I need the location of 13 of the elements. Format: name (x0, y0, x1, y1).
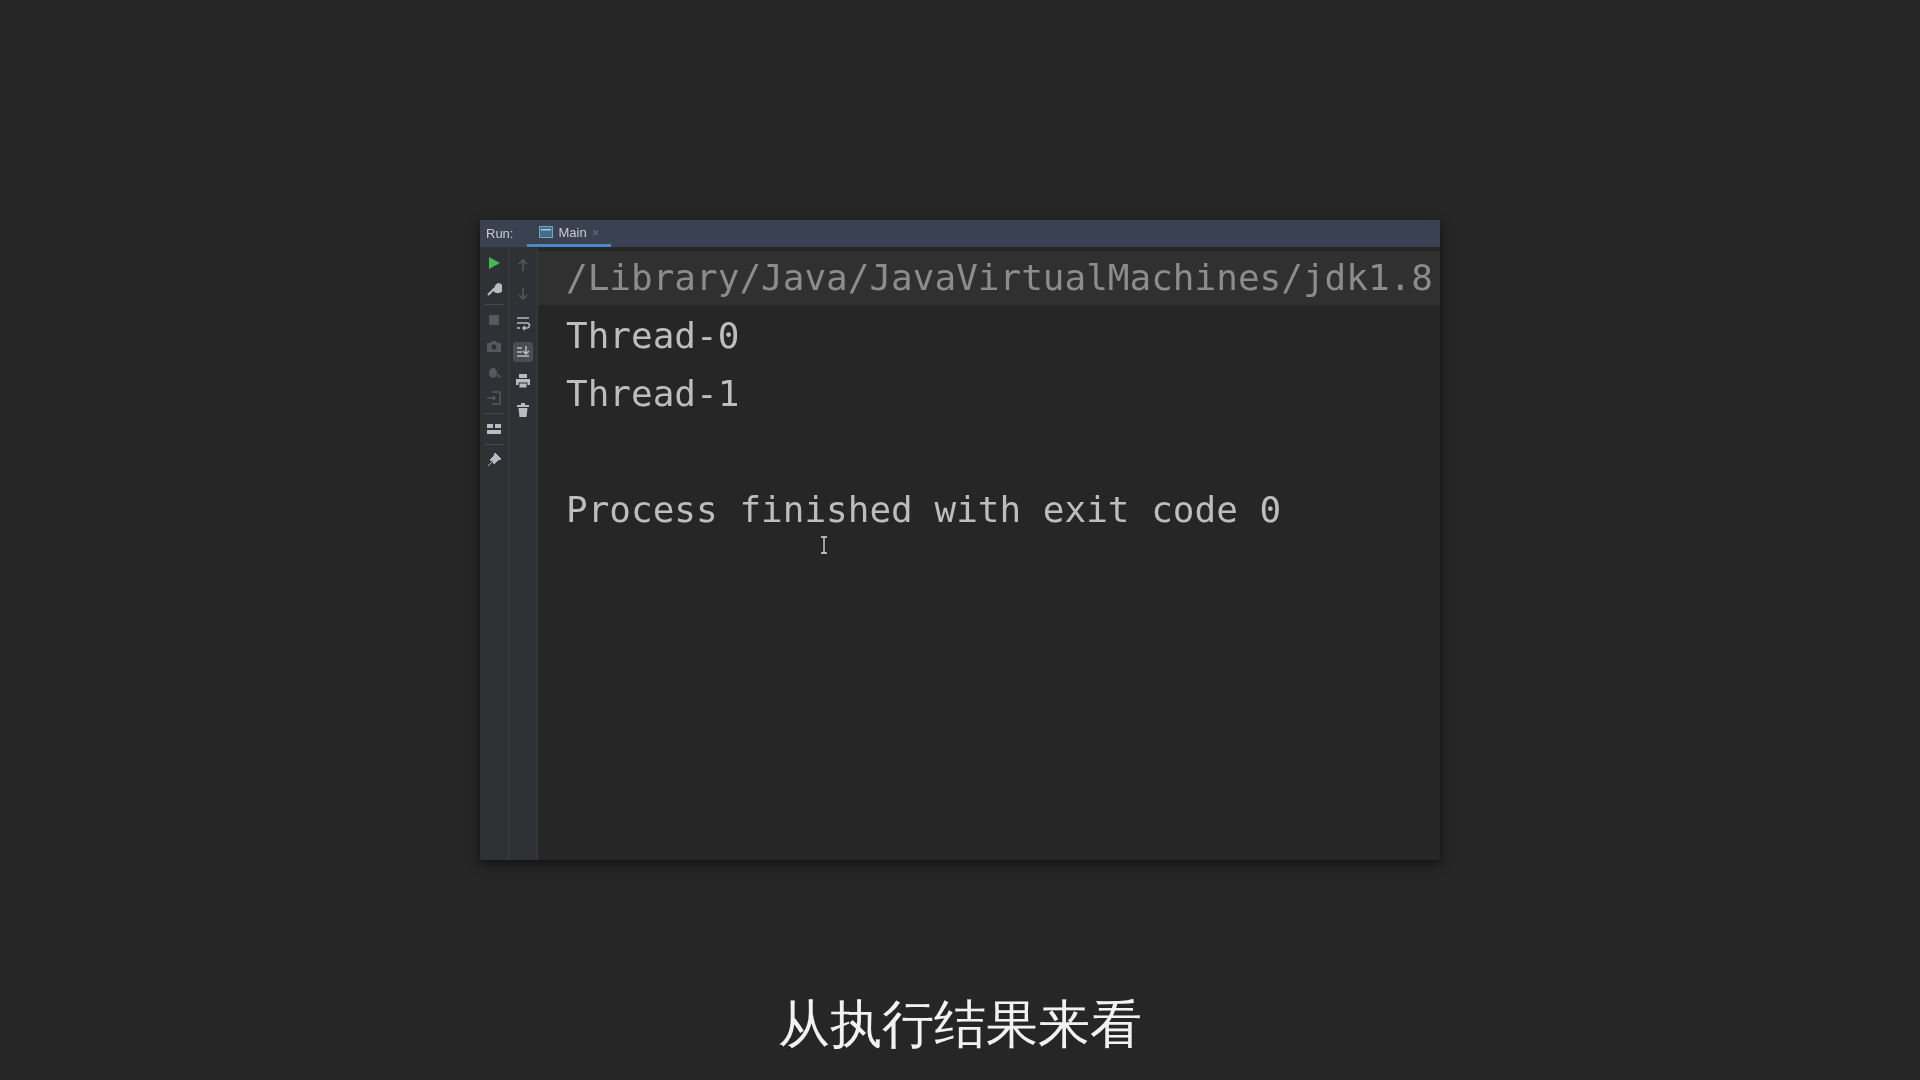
layout-icon[interactable] (486, 421, 502, 437)
output-line: Thread-0 (565, 314, 741, 358)
run-label: Run: (485, 225, 515, 243)
text-cursor-icon (820, 536, 828, 554)
scroll-to-end-icon[interactable] (513, 342, 533, 362)
main-tab[interactable]: Main × (527, 220, 612, 247)
print-icon[interactable] (513, 371, 533, 391)
run-icon[interactable] (486, 255, 502, 271)
subtitle: 从执行结果来看 (778, 993, 1142, 1056)
pin-icon[interactable] (486, 452, 502, 468)
output-line: Process finished with exit code 0 (565, 488, 1283, 532)
console-icon (539, 226, 554, 238)
output-line: Thread-1 (565, 372, 741, 416)
